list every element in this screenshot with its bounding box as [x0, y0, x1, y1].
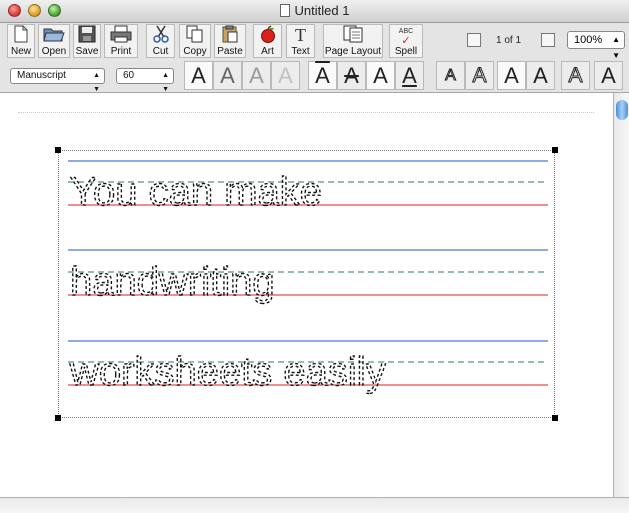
open-button[interactable]: Open: [38, 24, 70, 58]
style-arrows-glyph: A: [568, 64, 583, 88]
printer-icon: [105, 25, 137, 46]
style-underline-button[interactable]: A: [395, 61, 424, 90]
style-solid-gray-button[interactable]: A: [213, 61, 242, 90]
document-icon: [279, 4, 290, 17]
previous-page-button[interactable]: [467, 33, 481, 47]
style-solid-dark-glyph: A: [191, 63, 206, 88]
pages-icon: [324, 25, 382, 46]
page-indicator: 1 of 1: [496, 35, 522, 46]
size-select-value: 60: [123, 70, 135, 81]
spell-button-label: Spell: [394, 46, 418, 57]
save-button-label: Save: [75, 46, 99, 57]
save-button[interactable]: Save: [73, 24, 101, 58]
font-select-value: Manuscript: [17, 70, 66, 81]
style-dot-small-glyph: A: [445, 67, 457, 85]
text-t-icon: T: [295, 25, 306, 45]
paste-button[interactable]: Paste: [214, 24, 246, 58]
style-midline-glyph: A: [344, 63, 359, 88]
style-start-dot-glyph: A: [601, 63, 616, 88]
spell-button[interactable]: ABC ✓ Spell: [389, 24, 423, 58]
style-dot-medium-button[interactable]: A: [465, 61, 494, 90]
worksheet-line-2: handwriting: [70, 260, 275, 304]
window-title: Untitled 1: [294, 3, 350, 18]
style-overline-button[interactable]: A: [308, 61, 337, 90]
copy-icon: [180, 25, 210, 46]
text-button[interactable]: T Text: [286, 24, 315, 58]
vertical-scrollbar[interactable]: [613, 93, 629, 497]
worksheet-line-3: worksheets easily: [69, 350, 386, 394]
clipboard-icon: [215, 25, 245, 46]
style-faint-button[interactable]: A: [271, 61, 300, 90]
new-button-label: New: [10, 46, 31, 57]
copy-button[interactable]: Copy: [179, 24, 211, 58]
style-outline-glyph: A: [373, 63, 388, 88]
style-solid-glyph: A: [533, 63, 548, 88]
open-folder-icon: [39, 25, 69, 46]
main-toolbar: New Open Save Print Cut Copy Paste Art T…: [0, 23, 629, 60]
zoom-select[interactable]: 100% ▲ ▼: [567, 31, 625, 60]
style-dashed-button[interactable]: A: [497, 61, 526, 90]
style-start-dot-button[interactable]: A: [594, 61, 623, 90]
style-dot-medium-glyph: A: [472, 64, 487, 88]
style-faint-glyph: A: [278, 63, 293, 88]
style-solid-gray-glyph: A: [220, 63, 235, 88]
style-solid-dark-button[interactable]: A: [184, 61, 213, 90]
zoom-value: 100%: [574, 34, 603, 46]
style-solid-button[interactable]: A: [526, 61, 555, 90]
art-button-label: Art: [261, 46, 274, 57]
text-button-label: Text: [291, 46, 310, 57]
style-dashed-glyph: A: [504, 63, 519, 88]
page-layout-button-label: Page Layout: [324, 46, 382, 57]
style-light-gray-button[interactable]: A: [242, 61, 271, 90]
app-window: Untitled 1 New Open Save Print Cut Copy: [0, 0, 629, 513]
vertical-scroll-thumb[interactable]: [616, 100, 628, 120]
handwriting-lines: You can make handwriting worksheets easi…: [68, 160, 548, 395]
format-bar: Manuscript ▲ ▼ 60 ▲ ▼ A A A A A A A A A A …: [0, 60, 629, 93]
open-button-label: Open: [41, 46, 67, 57]
art-button[interactable]: Art: [253, 24, 282, 58]
text-box-frame[interactable]: You can make handwriting worksheets easi…: [55, 147, 558, 421]
horizontal-scrollbar[interactable]: [0, 497, 629, 513]
style-light-gray-glyph: A: [249, 63, 264, 88]
document-canvas[interactable]: You can make handwriting worksheets easi…: [0, 93, 613, 497]
new-doc-icon: [8, 25, 34, 46]
print-button[interactable]: Print: [104, 24, 138, 58]
page-layout-button[interactable]: Page Layout: [323, 24, 383, 58]
floppy-icon: [74, 25, 100, 46]
apple-icon: [254, 25, 281, 46]
scissors-icon: [147, 25, 174, 46]
style-overline-glyph: A: [315, 63, 330, 88]
style-arrows-button[interactable]: A: [561, 61, 590, 90]
print-button-label: Print: [110, 46, 132, 57]
size-select[interactable]: 60 ▲ ▼: [116, 68, 174, 93]
title-bar[interactable]: Untitled 1: [0, 0, 629, 23]
style-underline-glyph: A: [402, 63, 417, 88]
page-margin-guide: [18, 112, 594, 113]
style-midline-button[interactable]: A: [337, 61, 366, 90]
paste-button-label: Paste: [217, 46, 243, 57]
spell-check-icon: ABC ✓: [390, 25, 422, 47]
new-button[interactable]: New: [7, 24, 35, 58]
cut-button[interactable]: Cut: [146, 24, 175, 58]
font-select[interactable]: Manuscript ▲ ▼: [10, 68, 105, 93]
style-dot-small-button[interactable]: A: [436, 61, 465, 90]
copy-button-label: Copy: [183, 46, 207, 57]
next-page-button[interactable]: [541, 33, 555, 47]
window-title-group: Untitled 1: [0, 3, 629, 18]
worksheet-line-1: You can make: [70, 170, 322, 214]
cut-button-label: Cut: [152, 46, 169, 57]
style-outline-button[interactable]: A: [366, 61, 395, 90]
